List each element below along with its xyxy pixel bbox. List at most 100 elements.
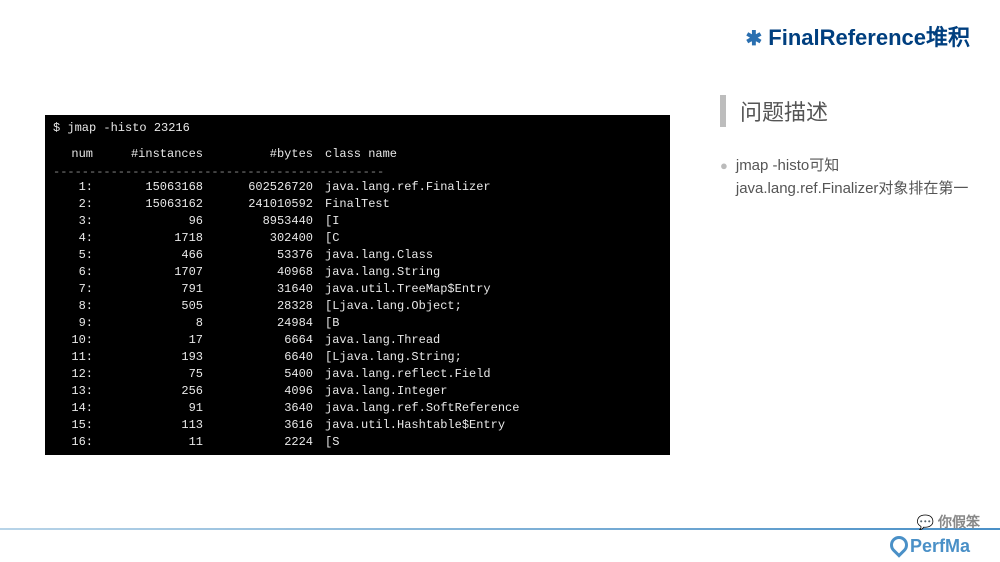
bullet-text: jmap -histo可知java.lang.ref.Finalizer对象排在… [736, 155, 970, 200]
cell-bytes: 4096 [203, 383, 313, 400]
table-row: 7:79131640java.util.TreeMap$Entry [53, 281, 662, 298]
table-row: 16:112224[S [53, 434, 662, 451]
cell-n: 1: [53, 179, 93, 196]
cell-inst: 15063168 [93, 179, 203, 196]
cell-n: 4: [53, 230, 93, 247]
watermark-text: 你假笨 [938, 514, 980, 530]
cell-n: 16: [53, 434, 93, 451]
cell-bytes: 241010592 [203, 196, 313, 213]
cell-cls: [I [313, 213, 339, 230]
cell-bytes: 6664 [203, 332, 313, 349]
cell-n: 5: [53, 247, 93, 264]
cell-n: 8: [53, 298, 93, 315]
star-icon: ✱ [746, 28, 763, 50]
table-row: 5:46653376java.lang.Class [53, 247, 662, 264]
cell-cls: java.util.Hashtable$Entry [313, 417, 505, 434]
table-row: 3:968953440[I [53, 213, 662, 230]
cell-cls: java.util.TreeMap$Entry [313, 281, 491, 298]
cell-inst: 113 [93, 417, 203, 434]
cell-n: 15: [53, 417, 93, 434]
cell-bytes: 40968 [203, 264, 313, 281]
col-instances: #instances [93, 147, 203, 161]
cell-cls: [B [313, 315, 339, 332]
cell-inst: 791 [93, 281, 203, 298]
cell-n: 3: [53, 213, 93, 230]
cell-inst: 75 [93, 366, 203, 383]
cell-n: 6: [53, 264, 93, 281]
cell-inst: 17 [93, 332, 203, 349]
wechat-icon: 💬 [917, 514, 934, 530]
sidebar: 问题描述 ● jmap -histo可知java.lang.ref.Finali… [720, 95, 970, 200]
cell-bytes: 3616 [203, 417, 313, 434]
table-row: 2:15063162241010592FinalTest [53, 196, 662, 213]
cell-bytes: 302400 [203, 230, 313, 247]
cell-bytes: 602526720 [203, 179, 313, 196]
table-row: 12:755400java.lang.reflect.Field [53, 366, 662, 383]
table-row: 10:176664java.lang.Thread [53, 332, 662, 349]
table-row: 4:1718302400[C [53, 230, 662, 247]
cell-cls: java.lang.reflect.Field [313, 366, 491, 383]
cell-n: 12: [53, 366, 93, 383]
cell-cls: java.lang.Integer [313, 383, 447, 400]
cell-n: 7: [53, 281, 93, 298]
cell-inst: 15063162 [93, 196, 203, 213]
col-num: num [53, 147, 93, 161]
cell-inst: 96 [93, 213, 203, 230]
cell-bytes: 5400 [203, 366, 313, 383]
watermark: 💬你假笨 [917, 512, 980, 532]
cell-n: 14: [53, 400, 93, 417]
table-row: 14:913640java.lang.ref.SoftReference [53, 400, 662, 417]
logo-text: PerfMa [910, 536, 970, 556]
slide-title: ✱FinalReference堆积 [746, 20, 971, 52]
table-row: 9:824984[B [53, 315, 662, 332]
slide: ✱FinalReference堆积 $ jmap -histo 23216 nu… [0, 0, 1000, 562]
cell-bytes: 31640 [203, 281, 313, 298]
cell-n: 9: [53, 315, 93, 332]
cell-cls: [Ljava.lang.Object; [313, 298, 462, 315]
cell-cls: java.lang.ref.SoftReference [313, 400, 519, 417]
table-row: 13:2564096java.lang.Integer [53, 383, 662, 400]
table-row: 11:1936640[Ljava.lang.String; [53, 349, 662, 366]
cell-cls: [S [313, 434, 339, 451]
cell-inst: 1707 [93, 264, 203, 281]
terminal-header-row: num #instances #bytes class name [53, 147, 662, 161]
cell-inst: 193 [93, 349, 203, 366]
cell-n: 13: [53, 383, 93, 400]
cell-inst: 466 [93, 247, 203, 264]
cell-cls: java.lang.String [313, 264, 440, 281]
cell-n: 2: [53, 196, 93, 213]
cell-cls: java.lang.Thread [313, 332, 440, 349]
cell-bytes: 28328 [203, 298, 313, 315]
cell-cls: [C [313, 230, 339, 247]
cell-inst: 505 [93, 298, 203, 315]
cell-cls: java.lang.Class [313, 247, 433, 264]
terminal-command: $ jmap -histo 23216 [53, 121, 662, 135]
terminal-rows: 1:15063168602526720java.lang.ref.Finaliz… [53, 179, 662, 451]
table-row: 1:15063168602526720java.lang.ref.Finaliz… [53, 179, 662, 196]
cell-inst: 256 [93, 383, 203, 400]
cell-bytes: 3640 [203, 400, 313, 417]
col-bytes: #bytes [203, 147, 313, 161]
cell-cls: java.lang.ref.Finalizer [313, 179, 491, 196]
cell-cls: [Ljava.lang.String; [313, 349, 462, 366]
cell-bytes: 53376 [203, 247, 313, 264]
cell-bytes: 6640 [203, 349, 313, 366]
cell-inst: 91 [93, 400, 203, 417]
sidebar-bullet: ● jmap -histo可知java.lang.ref.Finalizer对象… [720, 155, 970, 200]
sidebar-title: 问题描述 [720, 95, 970, 127]
cell-inst: 1718 [93, 230, 203, 247]
table-row: 6:170740968java.lang.String [53, 264, 662, 281]
cell-bytes: 2224 [203, 434, 313, 451]
logo-icon [886, 532, 911, 557]
cell-bytes: 8953440 [203, 213, 313, 230]
cell-cls: FinalTest [313, 196, 390, 213]
table-row: 15:1133616java.util.Hashtable$Entry [53, 417, 662, 434]
cell-inst: 8 [93, 315, 203, 332]
separator-line: ----------------------------------------… [53, 165, 662, 179]
bullet-icon: ● [720, 155, 728, 177]
cell-bytes: 24984 [203, 315, 313, 332]
divider-line [0, 528, 1000, 530]
table-row: 8:50528328[Ljava.lang.Object; [53, 298, 662, 315]
cell-n: 10: [53, 332, 93, 349]
cell-n: 11: [53, 349, 93, 366]
